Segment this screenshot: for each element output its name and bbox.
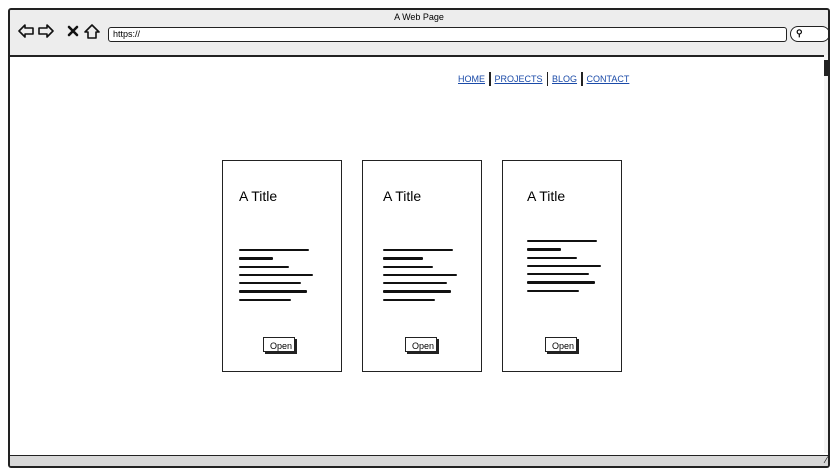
resize-grip-icon[interactable]: ⁄ bbox=[825, 456, 827, 465]
nav-link-projects[interactable]: PROJECTS bbox=[492, 74, 546, 84]
vertical-scrollbar[interactable] bbox=[824, 55, 828, 453]
card-title: A Title bbox=[383, 188, 422, 204]
placeholder-text bbox=[239, 249, 319, 307]
card-title: A Title bbox=[527, 188, 566, 204]
home-icon bbox=[84, 23, 100, 39]
open-button[interactable]: Open bbox=[405, 337, 437, 352]
placeholder-text bbox=[383, 249, 463, 307]
content-card: A Title Open bbox=[362, 160, 482, 372]
nav-divider bbox=[581, 72, 583, 86]
back-button[interactable] bbox=[18, 23, 34, 39]
placeholder-text bbox=[527, 240, 607, 298]
address-bar[interactable]: https:// bbox=[108, 27, 787, 42]
stop-button[interactable] bbox=[65, 23, 81, 39]
scrollbar-thumb[interactable] bbox=[824, 60, 828, 76]
nav-divider bbox=[546, 72, 549, 86]
arrow-right-icon bbox=[38, 24, 54, 38]
magnifier-icon: ⚲ bbox=[796, 28, 803, 38]
status-bar: ⁄ bbox=[10, 455, 828, 466]
open-button[interactable]: Open bbox=[545, 337, 577, 352]
open-button[interactable]: Open bbox=[263, 337, 295, 352]
nav-link-contact[interactable]: CONTACT bbox=[584, 74, 633, 84]
top-navigation: HOME PROJECTS BLOG CONTACT bbox=[455, 72, 632, 86]
x-icon bbox=[67, 25, 79, 37]
nav-link-home[interactable]: HOME bbox=[455, 74, 488, 84]
browser-window: A Web Page https:// ⚲ HOME PROJECTS BLOG… bbox=[8, 8, 830, 468]
nav-link-blog[interactable]: BLOG bbox=[549, 74, 580, 84]
home-button[interactable] bbox=[84, 23, 100, 39]
card-title: A Title bbox=[239, 188, 278, 204]
browser-toolbar: A Web Page https:// ⚲ bbox=[10, 10, 828, 57]
forward-button[interactable] bbox=[38, 23, 54, 39]
search-button[interactable]: ⚲ bbox=[790, 26, 828, 42]
content-card: A Title Open bbox=[222, 160, 342, 372]
content-card: A Title Open bbox=[502, 160, 622, 372]
window-title: A Web Page bbox=[394, 12, 444, 22]
nav-divider bbox=[489, 72, 491, 86]
arrow-left-icon bbox=[18, 24, 34, 38]
